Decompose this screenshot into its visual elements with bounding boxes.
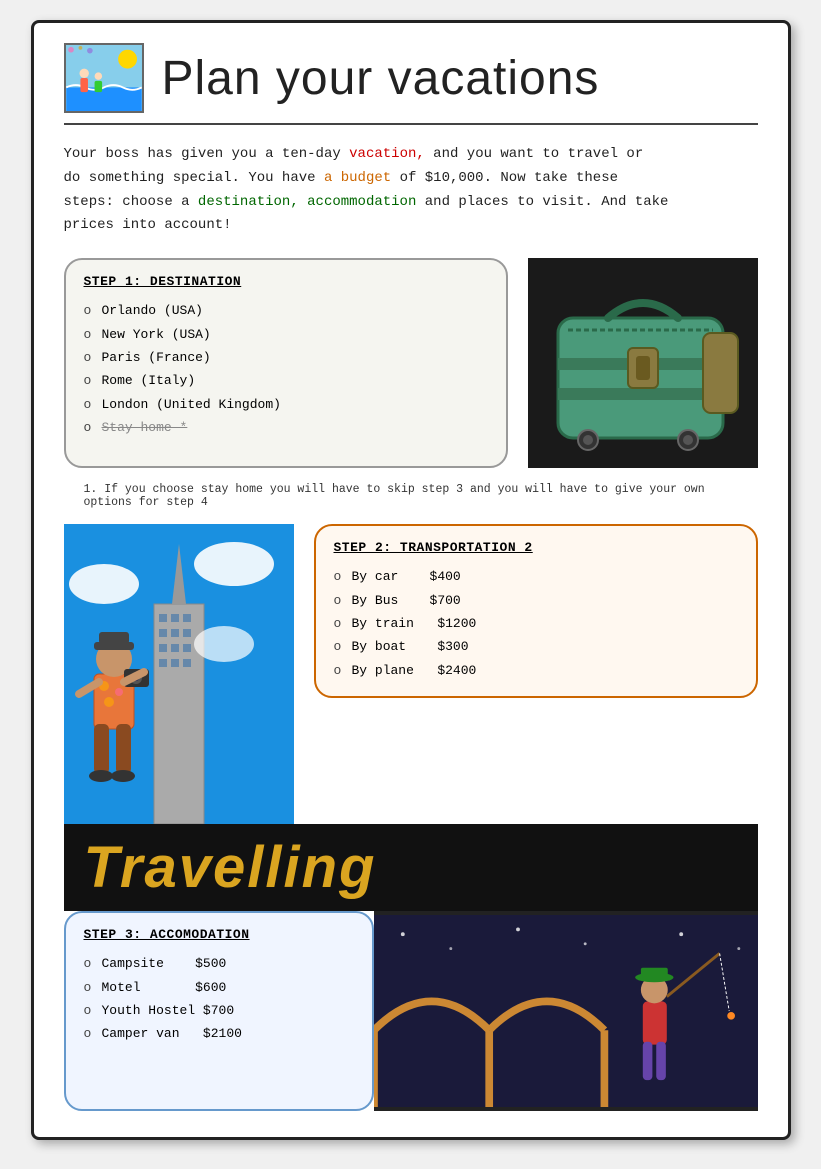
list-item: Paris (France) — [84, 346, 488, 369]
page-title: Plan your vacations — [162, 51, 600, 106]
list-item: New York (USA) — [84, 323, 488, 346]
step3-title: STEP 3: ACCOMODATION — [84, 927, 354, 942]
list-item: Orlando (USA) — [84, 299, 488, 322]
strikethrough-item: Stay home * — [102, 420, 188, 435]
price: $700 — [430, 589, 485, 612]
step3-box: STEP 3: ACCOMODATION Campsite $500 Motel… — [64, 911, 374, 1111]
price: $2400 — [437, 659, 492, 682]
list-item: By Bus $700 — [334, 589, 738, 612]
price: $500 — [195, 952, 250, 975]
step2-box: STEP 2: TRANSPORTATION 2 By car $400 By … — [314, 524, 758, 698]
page: Plan your vacations Your boss has given … — [31, 20, 791, 1140]
travelling-text: Travelling — [84, 835, 377, 900]
list-item: By train $1200 — [334, 612, 738, 635]
step3-section: STEP 3: ACCOMODATION Campsite $500 Motel… — [64, 911, 758, 1111]
price: $300 — [437, 635, 492, 658]
step3-list: Campsite $500 Motel $600 Youth Hostel $7… — [84, 952, 354, 1046]
header-image — [64, 43, 144, 113]
list-item: By boat $300 — [334, 635, 738, 658]
price: $1200 — [437, 612, 492, 635]
list-item: Youth Hostel $700 — [84, 999, 354, 1022]
footnote: 1. If you choose stay home you will have… — [64, 483, 758, 509]
list-item: By car $400 — [334, 565, 738, 588]
step2-section: STEP 2: TRANSPORTATION 2 By car $400 By … — [64, 524, 758, 824]
price: $400 — [430, 565, 485, 588]
list-item: Camper van $2100 — [84, 1022, 354, 1045]
step2-list: By car $400 By Bus $700 By train $1200 B… — [334, 565, 738, 682]
step1-box: STEP 1: DESTINATION Orlando (USA) New Yo… — [64, 258, 508, 468]
step1-title: STEP 1: DESTINATION — [84, 274, 488, 289]
list-item: By plane $2400 — [334, 659, 738, 682]
step1-section: STEP 1: DESTINATION Orlando (USA) New Yo… — [64, 258, 758, 468]
price: $700 — [203, 999, 258, 1022]
list-item: Stay home * — [84, 416, 488, 439]
list-item: Motel $600 — [84, 976, 354, 999]
budget-highlight: a budget — [324, 170, 391, 186]
bag-illustration — [528, 258, 758, 468]
travelling-banner: Travelling — [64, 824, 758, 911]
list-item: Campsite $500 — [84, 952, 354, 975]
price: $2100 — [203, 1022, 258, 1045]
step2-title: STEP 2: TRANSPORTATION 2 — [334, 540, 738, 555]
list-item: Rome (Italy) — [84, 369, 488, 392]
step1-list: Orlando (USA) New York (USA) Paris (Fran… — [84, 299, 488, 439]
vacation-highlight: vacation, — [349, 146, 425, 162]
price: $600 — [195, 976, 250, 999]
fishing-illustration — [374, 911, 758, 1111]
destination-highlight: destination, accommodation — [198, 194, 416, 210]
tourist-illustration — [64, 524, 294, 824]
intro-text: Your boss has given you a ten-day vacati… — [64, 143, 758, 238]
header: Plan your vacations — [64, 43, 758, 125]
list-item: London (United Kingdom) — [84, 393, 488, 416]
